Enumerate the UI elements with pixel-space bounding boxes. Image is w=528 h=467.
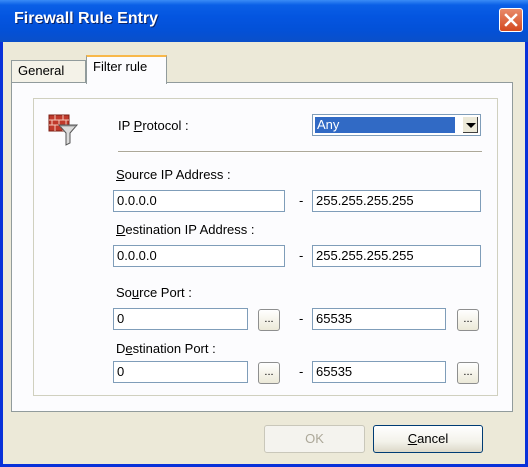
destination-port-to-input[interactable]: 65535 — [312, 361, 446, 383]
tab-filter-rule[interactable]: Filter rule — [86, 55, 167, 84]
destination-port-from-browse-button[interactable]: ... — [258, 362, 280, 384]
source-port-from-browse-button[interactable]: ... — [258, 309, 280, 331]
tab-filter-rule-label: Filter rule — [93, 59, 148, 74]
close-icon — [504, 13, 518, 27]
destination-ip-from-input[interactable]: 0.0.0.0 — [113, 245, 285, 267]
firewall-funnel-icon — [48, 114, 79, 146]
ip-protocol-value: Any — [315, 117, 455, 133]
destination-ip-label: Destination IP Address : — [116, 222, 255, 237]
tab-general-label: General — [18, 63, 65, 78]
source-port-from-input[interactable]: 0 — [113, 308, 248, 330]
destination-port-to-browse-button[interactable]: ... — [457, 362, 479, 384]
cancel-button[interactable]: Cancel — [373, 425, 483, 453]
chevron-down-icon[interactable] — [462, 116, 479, 134]
ip-protocol-label: IP Protocol : — [118, 118, 189, 133]
window-title: Firewall Rule Entry — [14, 10, 159, 27]
source-ip-label: Source IP Address : — [116, 167, 231, 182]
source-ip-from-input[interactable]: 0.0.0.0 — [113, 190, 285, 212]
source-port-to-browse-button[interactable]: ... — [457, 309, 479, 331]
cancel-button-label: Cancel — [407, 431, 449, 446]
ok-button[interactable]: OK — [264, 425, 365, 453]
destination-port-from-input[interactable]: 0 — [113, 361, 248, 383]
title-bar[interactable]: Firewall Rule Entry — [0, 0, 528, 42]
close-button[interactable] — [499, 8, 523, 32]
tab-general[interactable]: General — [11, 60, 86, 82]
destination-ip-to-input[interactable]: 255.255.255.255 — [312, 245, 481, 267]
source-port-label: Source Port : — [116, 285, 192, 300]
separator — [118, 151, 482, 153]
range-dash: - — [299, 364, 304, 379]
range-dash: - — [299, 193, 304, 208]
range-dash: - — [299, 248, 304, 263]
source-port-to-input[interactable]: 65535 — [312, 308, 446, 330]
source-ip-to-input[interactable]: 255.255.255.255 — [312, 190, 481, 212]
destination-port-label: Destination Port : — [116, 341, 216, 356]
ip-protocol-select[interactable]: Any — [312, 114, 481, 136]
range-dash: - — [299, 311, 304, 326]
ok-button-label: OK — [305, 431, 324, 446]
